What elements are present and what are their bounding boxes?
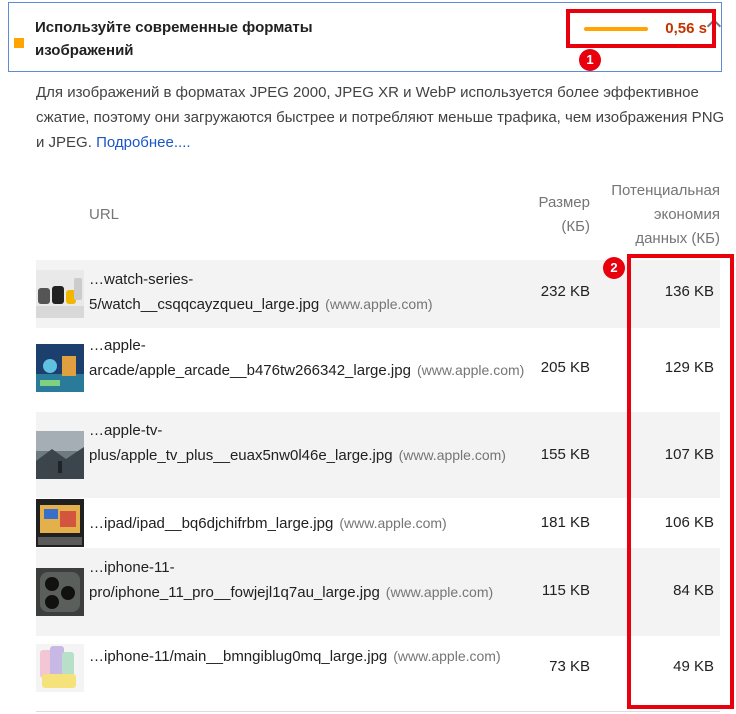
url-host: (www.apple.com)	[398, 447, 506, 463]
table-bottom-divider	[36, 711, 720, 712]
table-row: …iphone-11-pro/iphone_11_pro__fowjejl1q7…	[36, 548, 720, 636]
thumbnail-image	[36, 499, 84, 547]
url-cell[interactable]: …iphone-11-pro/iphone_11_pro__fowjejl1q7…	[89, 556, 509, 605]
url-text: …ipad/ipad__bq6djchifrbm_large.jpg	[89, 515, 334, 532]
size-cell: 232 KB	[540, 283, 590, 300]
url-cell[interactable]: …apple-arcade/apple_arcade__b476tw266342…	[89, 334, 524, 383]
table-row: …iphone-11/main__bmngiblug0mq_large.jpg (…	[36, 636, 720, 708]
size-cell: 181 KB	[540, 514, 590, 531]
url-host: (www.apple.com)	[339, 515, 447, 531]
url-cell[interactable]: …iphone-11/main__bmngiblug0mq_large.jpg (…	[89, 644, 509, 669]
annotation-badge-2: 2	[603, 257, 625, 279]
url-column-header: URL	[89, 206, 120, 223]
thumbnail-image	[36, 270, 84, 318]
annotation-badge-1: 1	[579, 49, 601, 71]
learn-more-link[interactable]: Подробнее....	[96, 134, 190, 151]
url-text: …watch-series-5/watch__csqqcayzqueu_larg…	[89, 271, 320, 313]
thumbnail-image	[36, 644, 84, 692]
thumbnail-image	[36, 431, 84, 479]
url-host: (www.apple.com)	[393, 648, 501, 664]
size-cell: 115 KB	[541, 582, 590, 599]
url-cell[interactable]: …apple-tv-plus/apple_tv_plus__euax5nw0l4…	[89, 419, 509, 468]
url-text: …apple-arcade/apple_arcade__b476tw266342…	[89, 337, 411, 379]
url-cell[interactable]: …watch-series-5/watch__csqqcayzqueu_larg…	[89, 268, 509, 317]
url-host: (www.apple.com)	[325, 296, 433, 312]
savings-column-header: Потенциальная экономия данных (КБ)	[611, 182, 720, 247]
warning-square-icon	[14, 38, 24, 48]
size-cell: 155 KB	[540, 446, 590, 463]
size-cell: 73 KB	[549, 658, 590, 675]
size-column-header: Размер (КБ)	[538, 194, 590, 235]
audit-title: Используйте современные форматы изображе…	[35, 19, 313, 59]
table-row: …ipad/ipad__bq6djchifrbm_large.jpg (www.a…	[36, 498, 720, 548]
url-host: (www.apple.com)	[385, 584, 494, 600]
url-cell[interactable]: …ipad/ipad__bq6djchifrbm_large.jpg (www.a…	[89, 511, 509, 536]
url-text: …apple-tv-plus/apple_tv_plus__euax5nw0l4…	[89, 422, 393, 464]
thumbnail-image	[36, 344, 84, 392]
audit-description: Для изображений в форматах JPEG 2000, JP…	[36, 80, 726, 155]
table-row: …apple-arcade/apple_arcade__b476tw266342…	[36, 328, 720, 412]
thumbnail-image	[36, 568, 84, 616]
size-cell: 205 KB	[540, 359, 590, 376]
annotation-box-1	[566, 9, 716, 48]
annotation-box-2	[627, 254, 734, 709]
url-text: …iphone-11/main__bmngiblug0mq_large.jpg	[89, 648, 388, 665]
url-text: …iphone-11-pro/iphone_11_pro__fowjejl1q7…	[89, 559, 380, 601]
table-row: …apple-tv-plus/apple_tv_plus__euax5nw0l4…	[36, 412, 720, 498]
